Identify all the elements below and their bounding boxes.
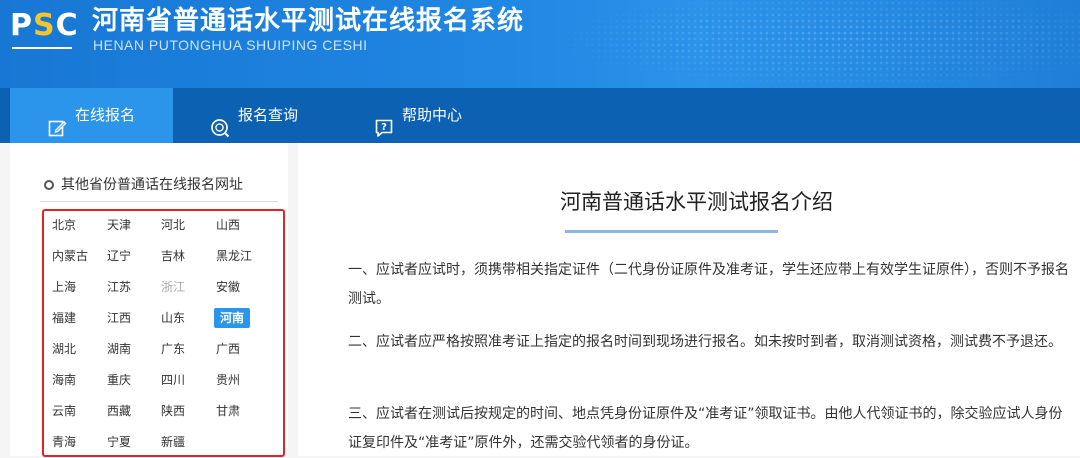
logo-text: PSC — [10, 8, 79, 43]
province-list: 北京 天津 河北 山西内蒙古 辽宁 吉林 黑龙江上海 江苏 浙江 安徽福建 江西 山东 河南湖北 湖南 广东… — [42, 209, 285, 457]
province-link[interactable]: 吉林 — [159, 246, 187, 266]
province-link[interactable]: 山西 — [214, 215, 242, 235]
province-link[interactable]: 福建 — [50, 308, 78, 328]
site-header: PSC 河南省普通话水平测试在线报名系统 HENAN PUTONGHUA SHU… — [0, 0, 1080, 88]
tab-help-center[interactable]: ? 帮助中心 — [374, 88, 494, 143]
province-link[interactable]: 四川 — [159, 370, 187, 390]
province-link[interactable]: 青海 — [50, 432, 78, 452]
intro-paragraph-3: 三、应试者在测试后按规定的时间、地点凭身份证原件及“准考证”领取证书。由他人代领… — [348, 406, 1063, 451]
province-link[interactable]: 广西 — [214, 339, 242, 359]
province-link[interactable]: 河南 — [214, 308, 251, 328]
intro-paragraph-1: 一、应试者应试时，须携带相关指定证件（二代身份证原件及准考证，学生还应带上有效学… — [348, 262, 1069, 307]
province-link[interactable]: 上海 — [50, 277, 78, 297]
province-link[interactable]: 江西 — [105, 308, 133, 328]
province-link[interactable]: 新疆 — [159, 432, 187, 452]
sidebar-divider — [40, 201, 278, 202]
help-icon: ? — [374, 106, 394, 137]
tab-apply-query[interactable]: 报名查询 — [210, 88, 330, 143]
title-underline — [565, 230, 778, 233]
intro-paragraph-2: 二、应试者应严格按照准考证上指定的报名时间到现场进行报名。如未按时到者，取消测试… — [348, 334, 1062, 350]
province-link[interactable]: 广东 — [159, 339, 187, 359]
province-link[interactable]: 海南 — [50, 370, 78, 390]
edit-icon — [47, 106, 67, 136]
province-link[interactable]: 陕西 — [159, 401, 187, 421]
province-link[interactable]: 北京 — [50, 215, 78, 235]
site-title: 河南省普通话水平测试在线报名系统 — [92, 6, 525, 36]
province-link[interactable]: 山东 — [159, 308, 187, 328]
sidebar-title: 其他省份普通话在线报名网址 — [44, 176, 243, 194]
province-link[interactable]: 贵州 — [214, 370, 242, 390]
main-nav: 在线报名 报名查询 ? 帮助中心 — [0, 88, 1080, 143]
search-icon — [210, 106, 230, 137]
province-link[interactable]: 甘肃 — [214, 401, 242, 421]
svg-text:?: ? — [381, 122, 387, 133]
province-link[interactable]: 云南 — [50, 401, 78, 421]
province-link[interactable]: 重庆 — [105, 370, 133, 390]
tab-apply-query-label: 报名查询 — [238, 106, 299, 124]
province-link[interactable]: 江苏 — [105, 277, 133, 297]
main-content: 河南普通话水平测试报名介绍 一、应试者应试时，须携带相关指定证件（二代身份证原件… — [298, 143, 1080, 456]
province-link[interactable]: 西藏 — [105, 401, 133, 421]
province-link[interactable]: 湖北 — [50, 339, 78, 359]
province-link[interactable]: 安徽 — [214, 277, 242, 297]
header-dot-map — [560, 0, 1080, 88]
site-subtitle: HENAN PUTONGHUA SHUIPING CESHI — [93, 37, 368, 53]
province-link[interactable]: 天津 — [105, 215, 133, 235]
province-link[interactable]: 河北 — [159, 215, 187, 235]
tab-online-apply-label: 在线报名 — [75, 106, 136, 124]
logo-underline — [12, 47, 72, 49]
psc-logo[interactable]: PSC — [10, 8, 79, 53]
province-link[interactable]: 内蒙古 — [50, 246, 90, 266]
circle-bullet-icon — [44, 180, 54, 190]
sidebar-title-text: 其他省份普通话在线报名网址 — [61, 177, 243, 193]
province-link[interactable]: 辽宁 — [105, 246, 133, 266]
province-link[interactable]: 宁夏 — [105, 432, 133, 452]
sidebar: 其他省份普通话在线报名网址 北京 天津 河北 山西内蒙古 辽宁 吉林 黑龙江上海 江苏 浙江 安徽… — [10, 143, 288, 457]
province-link[interactable]: 湖南 — [105, 339, 133, 359]
province-link[interactable]: 黑龙江 — [214, 246, 254, 266]
tab-help-center-label: 帮助中心 — [402, 106, 463, 124]
page-title: 河南普通话水平测试报名介绍 — [560, 190, 833, 214]
province-link[interactable]: 浙江 — [159, 277, 187, 297]
tab-online-apply[interactable]: 在线报名 — [10, 88, 173, 143]
